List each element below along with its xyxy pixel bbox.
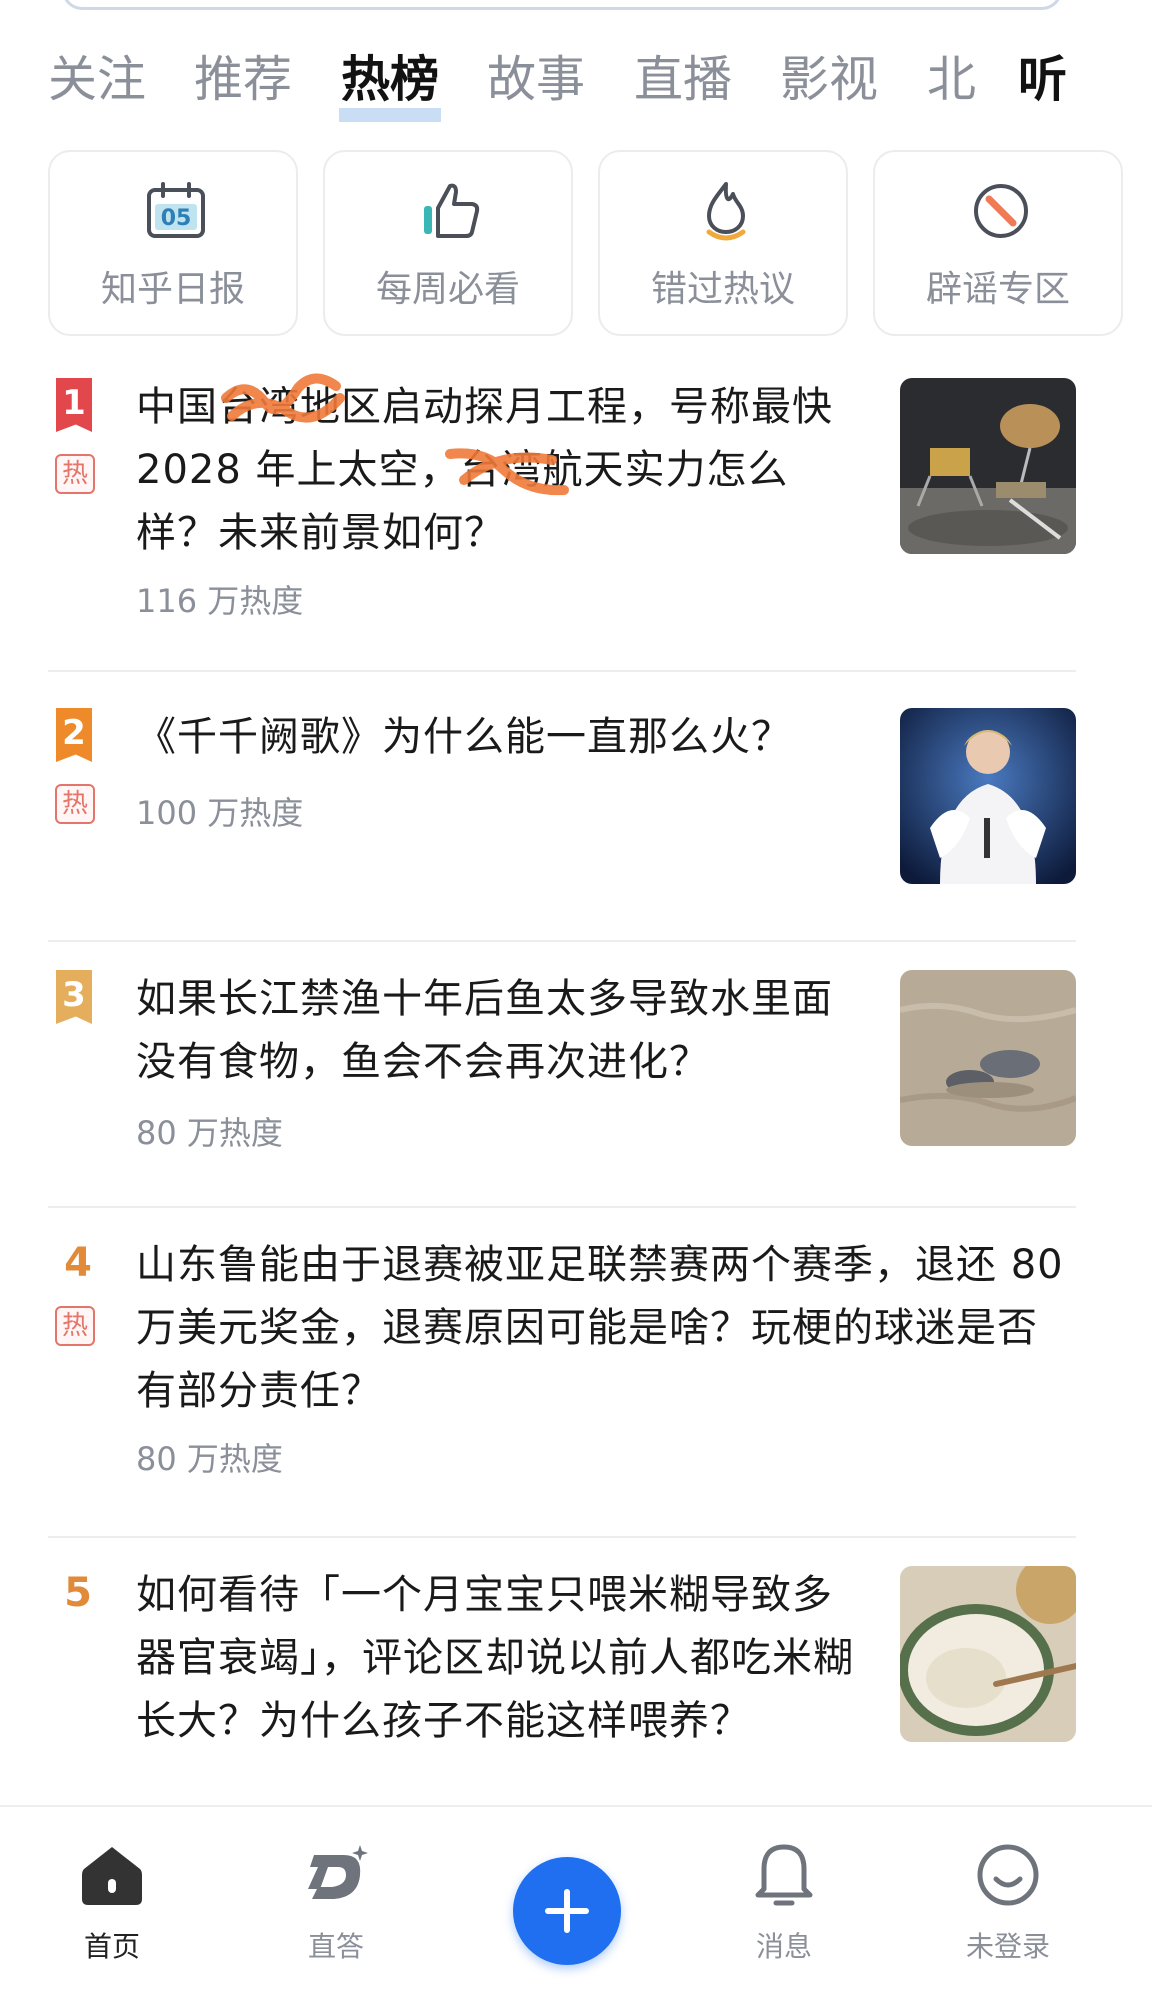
- card-zhihu-daily[interactable]: 05 知乎日报: [48, 150, 298, 336]
- heat-count: 80 万热度: [136, 1114, 283, 1152]
- top-tab-bar: 关注 推荐 热榜 故事 直播 影视 北 听: [48, 40, 1128, 130]
- hot-list-item[interactable]: 1 热 中国台湾地区启动探月工程，号称最快 2028 年上太空，台湾航天实力怎么…: [48, 373, 1078, 628]
- item-thumbnail[interactable]: [900, 970, 1076, 1146]
- heat-count: 80 万热度: [136, 1440, 283, 1478]
- nav-label: 消息: [755, 1930, 812, 1963]
- singer-image: [900, 708, 1076, 884]
- divider: [48, 670, 1076, 672]
- card-missed-discussions[interactable]: 错过热议: [598, 150, 848, 336]
- rank-number: 4: [64, 1240, 92, 1286]
- hot-list-item[interactable]: 2 热 《千千阙歌》为什么能一直那么火？ 100 万热度: [48, 708, 1078, 888]
- rice-paste-image: [900, 1566, 1076, 1742]
- item-title[interactable]: 如果长江禁渔十年后鱼太多导致水里面没有食物，鱼会不会再次进化？: [136, 968, 856, 1094]
- nav-profile[interactable]: 未登录: [918, 1807, 1098, 2013]
- card-rumor-debunk[interactable]: 辟谣专区: [873, 150, 1123, 336]
- nav-label: 首页: [83, 1930, 140, 1963]
- hot-badge: 热: [55, 454, 95, 494]
- tab-follow[interactable]: 关注: [48, 40, 146, 120]
- item-thumbnail[interactable]: [900, 1566, 1076, 1742]
- tab-recommend[interactable]: 推荐: [194, 40, 292, 120]
- tab-stories[interactable]: 故事: [487, 40, 585, 120]
- porpoise-image: [900, 970, 1076, 1146]
- flame-icon: [706, 182, 746, 241]
- smiley-icon: [977, 1844, 1039, 1906]
- item-title[interactable]: 中国台湾地区启动探月工程，号称最快 2028 年上太空，台湾航天实力怎么样？未来…: [136, 376, 856, 565]
- divider: [48, 1536, 1076, 1538]
- search-bar-edge[interactable]: [62, 0, 1062, 10]
- bottom-navigation: 首页 直答 消息 未登录: [0, 1805, 1152, 2013]
- tab-listen[interactable]: 听: [1018, 40, 1067, 120]
- nav-home[interactable]: 首页: [22, 1807, 202, 2013]
- nav-label: 未登录: [965, 1930, 1050, 1963]
- nav-messages[interactable]: 消息: [694, 1807, 874, 2013]
- nav-label: 直答: [307, 1930, 364, 1963]
- lunar-lander-image: [900, 378, 1076, 554]
- tab-beijing[interactable]: 北: [927, 40, 976, 120]
- zhida-logo-icon: [308, 1845, 368, 1899]
- home-icon: [82, 1847, 142, 1905]
- hot-list-item[interactable]: 3 如果长江禁渔十年后鱼太多导致水里面没有食物，鱼会不会再次进化？ 80 万热度: [48, 970, 1078, 1180]
- item-title[interactable]: 如何看待「一个月宝宝只喂米糊导致多器官衰竭」，评论区却说以前人都吃米糊长大？为什…: [136, 1564, 856, 1753]
- tab-live[interactable]: 直播: [634, 40, 732, 120]
- card-weekly-must-see[interactable]: 每周必看: [323, 150, 573, 336]
- divider: [48, 940, 1076, 942]
- hot-list-item[interactable]: 5 如何看待「一个月宝宝只喂米糊导致多器官衰竭」，评论区却说以前人都吃米糊长大？…: [48, 1566, 1078, 1806]
- nav-zhida[interactable]: 直答: [246, 1807, 426, 2013]
- calendar-date: 05: [161, 206, 192, 231]
- divider: [48, 1206, 1076, 1208]
- tab-video[interactable]: 影视: [780, 40, 878, 120]
- card-label: 每周必看: [375, 269, 520, 310]
- rank-number: 5: [64, 1570, 92, 1616]
- bell-icon: [755, 1844, 813, 1906]
- card-label: 知乎日报: [100, 269, 245, 310]
- heat-count: 100 万热度: [136, 794, 304, 832]
- card-label: 辟谣专区: [925, 269, 1070, 310]
- no-entry-icon: [974, 184, 1028, 238]
- quick-entry-cards: 05 知乎日报 每周必看 错过热议 辟谣专区: [48, 150, 1128, 338]
- thumbs-up-icon: [424, 183, 480, 238]
- rank-flag: 1: [56, 378, 92, 432]
- item-title[interactable]: 山东鲁能由于退赛被亚足联禁赛两个赛季，退还 80 万美元奖金，退赛原因可能是啥？…: [136, 1234, 1076, 1423]
- item-thumbnail[interactable]: [900, 708, 1076, 884]
- create-post-button[interactable]: [513, 1857, 621, 1965]
- item-title[interactable]: 《千千阙歌》为什么能一直那么火？: [136, 706, 856, 769]
- rank-flag: 3: [56, 970, 92, 1024]
- tab-hot-list[interactable]: 热榜: [338, 40, 442, 122]
- hot-badge: 热: [55, 784, 95, 824]
- item-thumbnail[interactable]: [900, 378, 1076, 554]
- hot-badge: 热: [55, 1306, 95, 1346]
- heat-count: 116 万热度: [136, 582, 304, 620]
- card-label: 错过热议: [650, 269, 795, 310]
- calendar-icon: 05: [147, 182, 205, 238]
- rank-flag: 2: [56, 708, 92, 762]
- hot-list-item[interactable]: 4 热 山东鲁能由于退赛被亚足联禁赛两个赛季，退还 80 万美元奖金，退赛原因可…: [48, 1236, 1078, 1486]
